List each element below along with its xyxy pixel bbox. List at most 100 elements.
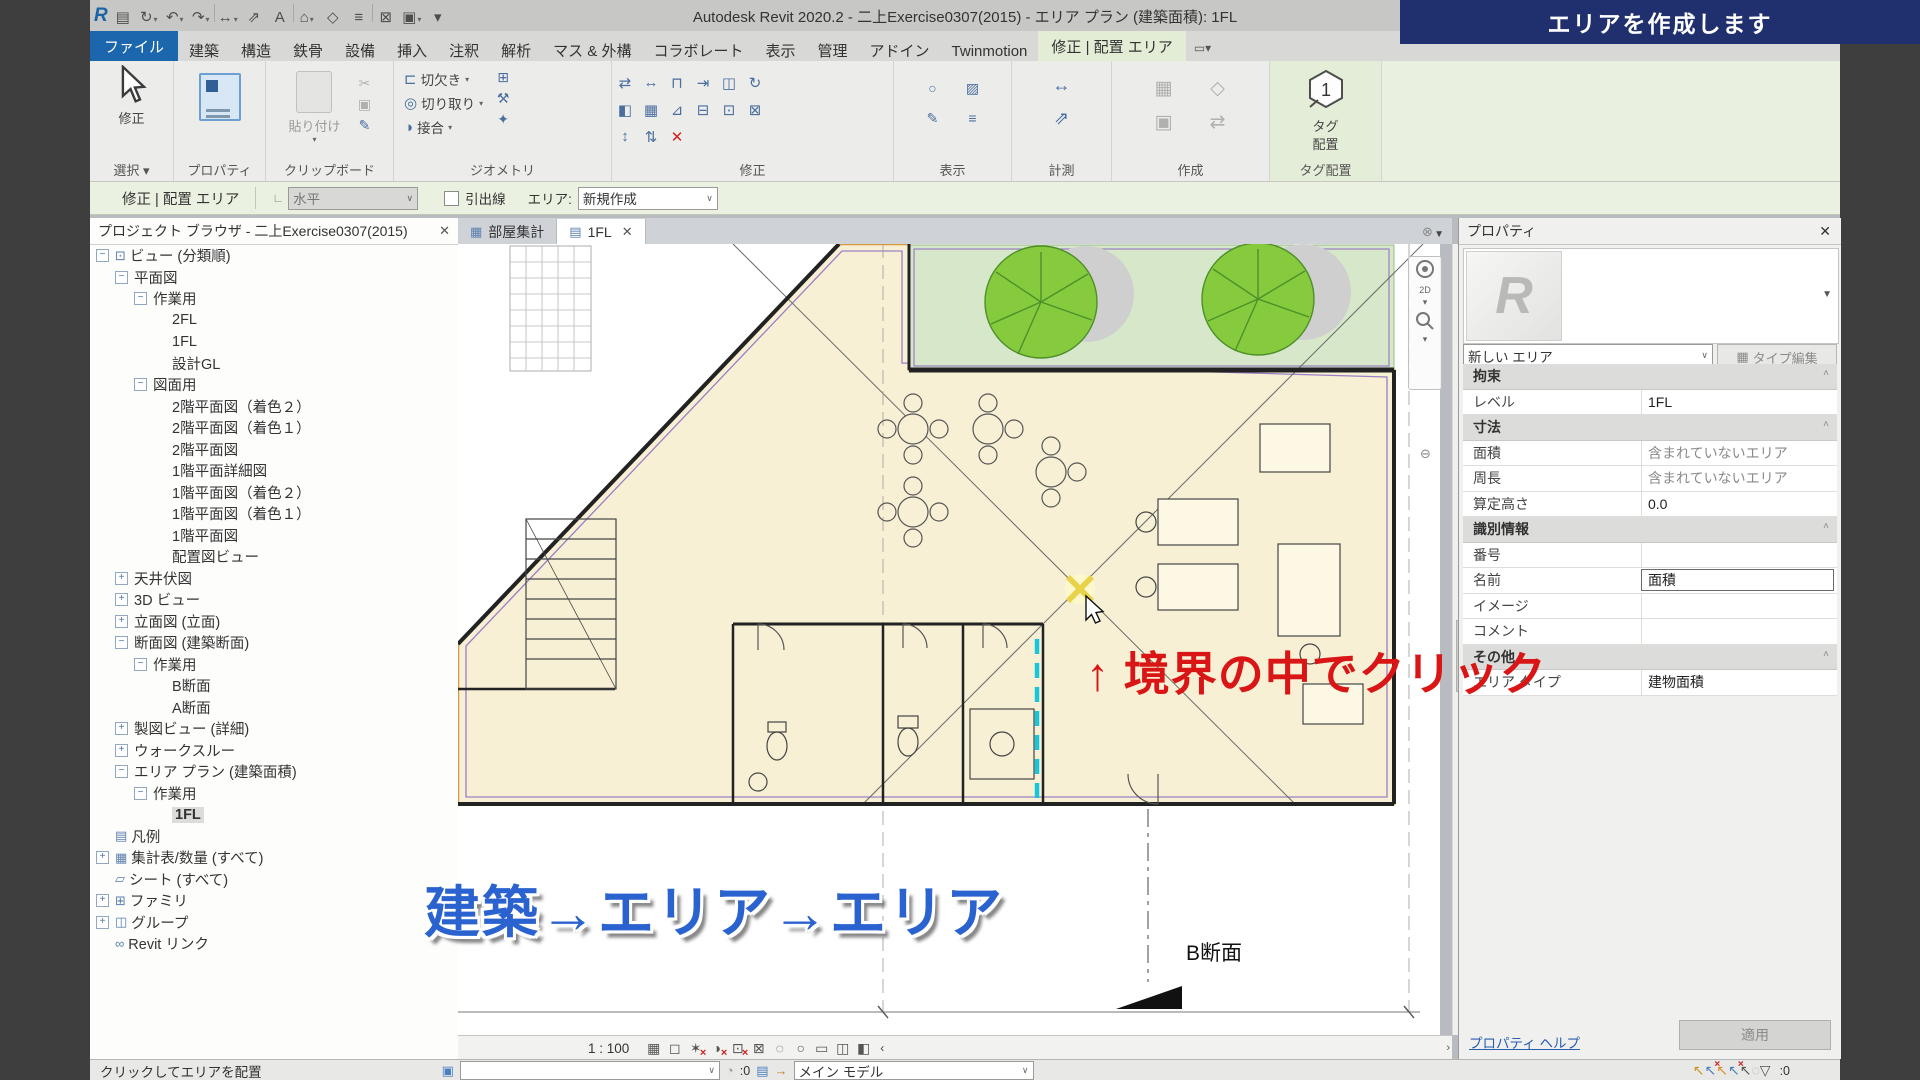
tab-modify-place-area[interactable]: 修正 | 配置 エリア [1038, 31, 1185, 61]
tree-toggle[interactable]: + [115, 572, 128, 585]
scroll-right-icon[interactable]: › [1446, 1042, 1450, 1054]
paste-button[interactable]: 貼り付け ▾ [288, 71, 340, 163]
zoom-dropdown-icon[interactable]: ▾ [1423, 334, 1428, 345]
property-value[interactable]: 面積 [1641, 569, 1834, 591]
tree-toggle[interactable]: − [134, 787, 147, 800]
tree-views[interactable]: − ⊡ ビュー (分類順) [90, 245, 458, 267]
tree-view[interactable]: 2階平面図（着色２） [90, 396, 458, 418]
override-icon[interactable]: ✎ [923, 110, 943, 127]
tree-view[interactable]: 1FL [90, 331, 458, 353]
scale-control[interactable]: 1 : 100 [588, 1041, 629, 1056]
viewcube-close-icon[interactable]: ⊗ [1422, 224, 1433, 240]
properties-help-link[interactable]: プロパティ ヘルプ [1469, 1032, 1580, 1052]
sun-path-icon[interactable]: ✶ [685, 1040, 706, 1057]
orientation-select[interactable]: 水平∨ [288, 187, 418, 210]
tree-elevations[interactable]: + 立面図 (立面) [90, 611, 458, 633]
redo-icon[interactable]: ↷ [188, 7, 214, 27]
tab-file[interactable]: ファイル [90, 31, 178, 61]
worksets-icon[interactable]: ▣ [442, 1063, 454, 1079]
tree-areaplans[interactable]: − エリア プラン (建築面積) [90, 761, 458, 783]
offset-icon[interactable]: ⇥ [697, 74, 710, 92]
constraints-icon[interactable]: ◧ [853, 1040, 874, 1057]
delete-icon[interactable]: ✕ [671, 128, 684, 146]
tree-sheets-use[interactable]: − 図面用 [90, 374, 458, 396]
tree-view[interactable]: 1階平面図（着色１） [90, 503, 458, 525]
property-row[interactable]: 周長 含まれていないエリア [1463, 466, 1837, 492]
tree-groups[interactable]: + ◫ グループ [90, 912, 458, 934]
workset-select[interactable]: ∨ [460, 1061, 720, 1080]
leader-checkbox[interactable] [444, 191, 459, 206]
tree-view[interactable]: 配置図ビュー [90, 546, 458, 568]
align-icon[interactable]: ⇄ [619, 74, 632, 92]
tree-toggle[interactable]: − [115, 765, 128, 778]
default-3d-view-icon[interactable]: ⌂ [294, 8, 320, 27]
undo-icon[interactable]: ↶ [162, 7, 188, 27]
load-family-icon[interactable]: ▣ [1154, 111, 1174, 134]
rotate-icon[interactable]: ↻ [749, 74, 762, 92]
match-type-icon[interactable]: ✎ [355, 117, 375, 134]
shadows-icon[interactable]: ◑ [706, 1040, 727, 1057]
thin-lines-icon[interactable]: ≡ [346, 8, 372, 27]
temporary-hide-icon[interactable]: ◌ [769, 1040, 790, 1057]
select-underlay-icon[interactable]: ↖ [1705, 1062, 1717, 1078]
trim-icon[interactable]: ⊓ [671, 74, 683, 92]
customize-qat-icon[interactable]: ▾ [425, 7, 451, 27]
crop-view-icon[interactable]: ⊡ [727, 1040, 748, 1057]
tree-view[interactable]: A断面 [90, 697, 458, 719]
aligned-dimension-icon[interactable]: ⇗ [1052, 108, 1072, 129]
copy-icon[interactable]: ◫ [722, 74, 736, 92]
tree-families[interactable]: + ⊞ ファミリ [90, 890, 458, 912]
property-value[interactable]: 0.0 [1641, 492, 1837, 517]
create-similar-icon[interactable]: ▦ [1154, 77, 1174, 100]
tree-work[interactable]: − 作業用 [90, 654, 458, 676]
apply-button[interactable]: 適用 [1679, 1020, 1831, 1050]
nav-dropdown-icon[interactable]: ▾ [1423, 297, 1428, 308]
drag-elements-icon[interactable]: ↖ [1740, 1062, 1752, 1078]
tree-legends[interactable]: ▤ 凡例 [90, 826, 458, 848]
property-value[interactable]: 1FL [1641, 390, 1837, 415]
split-icon[interactable]: ⊟ [697, 101, 710, 119]
tab-list-icon[interactable]: ▼ [1434, 229, 1452, 244]
create-group-icon[interactable]: ◇ [1208, 77, 1228, 100]
navbar-collapse-icon[interactable]: ⊖ [1420, 446, 1431, 462]
property-row[interactable]: レベル 1FL [1463, 390, 1837, 416]
steering-wheel-icon[interactable] [1413, 259, 1437, 283]
area-select[interactable]: 新規作成∨ [578, 187, 718, 210]
tree-ceiling[interactable]: + 天井伏図 [90, 568, 458, 590]
tree-toggle[interactable]: + [115, 744, 128, 757]
tree-sheets[interactable]: ▱ シート (すべて) [90, 869, 458, 891]
close-tab-icon[interactable]: ✕ [622, 224, 633, 240]
view-tab-schedule[interactable]: ▦ 部屋集計 [458, 219, 557, 244]
scale-icon[interactable]: ⊿ [671, 101, 684, 119]
ribbon-display-toggle[interactable]: ▭▾ [1186, 35, 1219, 61]
tree-toggle[interactable]: + [115, 615, 128, 628]
tag-on-placement-button[interactable]: 1 タグ 配置 [1304, 67, 1348, 153]
tree-toggle[interactable]: − [115, 636, 128, 649]
tree-toggle[interactable]: − [134, 658, 147, 671]
paint-icon[interactable]: ✦ [493, 111, 513, 128]
pin-icon[interactable]: ⊡ [723, 101, 736, 119]
select-pinned-icon[interactable]: ↖ [1716, 1062, 1728, 1078]
demolish-icon[interactable]: ⚒ [493, 90, 513, 107]
cut-button[interactable]: ◎切り取り▾ [404, 93, 483, 113]
visual-style-icon[interactable]: ◻ [664, 1040, 685, 1057]
property-value[interactable] [1641, 594, 1837, 619]
design-options-icon[interactable]: ▤ [756, 1063, 768, 1079]
properties-button[interactable] [199, 73, 241, 121]
move-icon[interactable]: ↔ [644, 74, 659, 91]
text-icon[interactable]: A [267, 8, 293, 27]
type-preview[interactable]: R ▼ [1463, 248, 1839, 344]
chevron-down-icon[interactable]: ▼ [1822, 289, 1832, 300]
close-icon[interactable]: ✕ [1819, 223, 1831, 240]
dimension-icon[interactable]: ↔ [215, 8, 241, 27]
modify-button[interactable]: 修正 [117, 65, 147, 127]
tree-drafting[interactable]: + 製図ビュー (詳細) [90, 718, 458, 740]
tree-toggle[interactable]: + [96, 894, 109, 907]
property-row[interactable]: 面積 含まれていないエリア [1463, 441, 1837, 467]
close-icon[interactable]: ✕ [439, 223, 450, 239]
measure-icon[interactable]: ⇗ [241, 7, 267, 27]
detail-level-icon[interactable]: ▦ [643, 1040, 664, 1057]
match-icon[interactable]: ⇅ [645, 128, 658, 146]
background-process-icon[interactable]: ◌ [1751, 1062, 1759, 1078]
array-icon[interactable]: ▦ [644, 101, 658, 119]
